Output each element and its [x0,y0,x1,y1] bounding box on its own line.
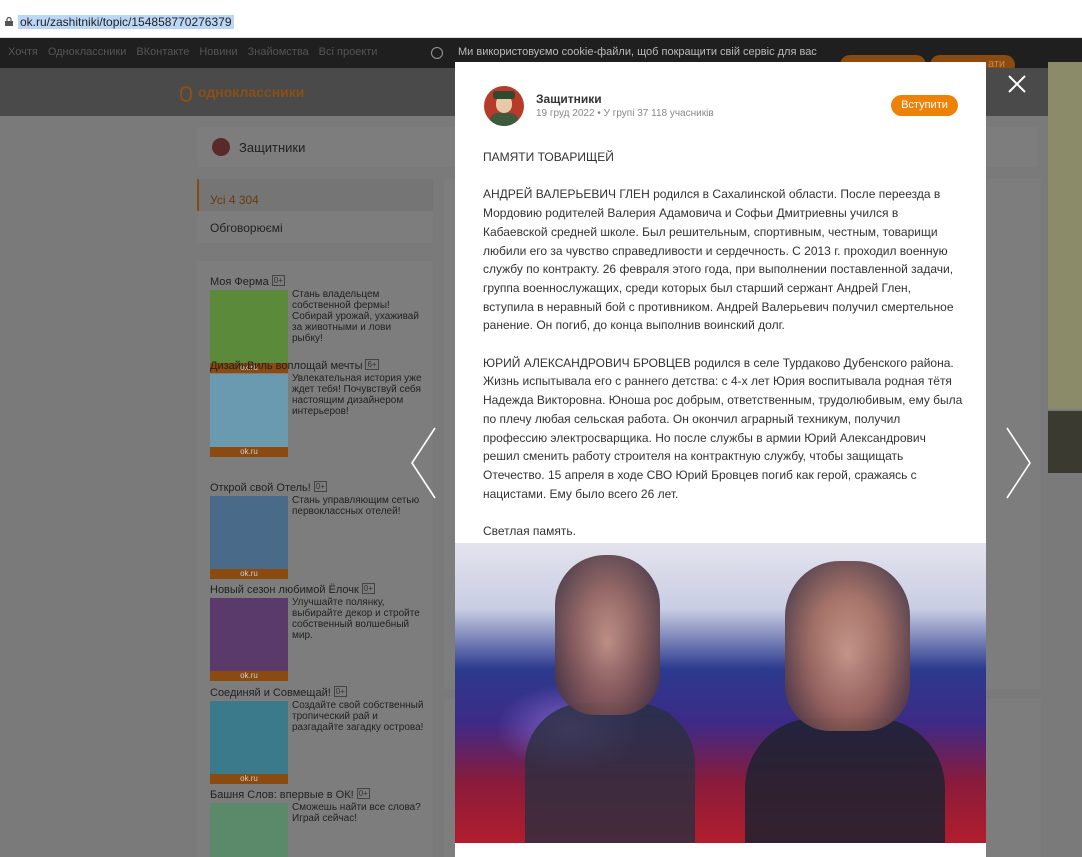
filter-discussed[interactable]: Обговорюємі [210,221,283,235]
filter-all[interactable]: Усі 4 304 [210,193,259,207]
game-source-badge: ok.ru [210,774,288,784]
game-title[interactable]: Башня Слов: впервые в ОК! 0+ [210,788,425,801]
topnav-link[interactable]: Хочтя [8,46,38,58]
game-description: Стань владельцем собственной фермы! Соби… [292,289,419,344]
ok-logo[interactable]: одноклассники [198,84,304,100]
modal-footer [455,843,986,857]
game-title[interactable]: ДизайнВиль воплощай мечты 6+ [210,359,425,372]
topnav-link[interactable]: Новини [199,46,237,58]
game-card[interactable]: Соединяй и Совмещай! 0+ ok.ru Создайте свой… [210,686,425,784]
game-source-badge: ok.ru [210,447,288,457]
right-banner [1048,62,1082,409]
topnav-link[interactable]: Знайомства [248,46,309,58]
games-sidebar: Моя Ферма 0+ ok.ru Стань владельцем собстве… [197,261,433,857]
game-thumbnail[interactable] [210,803,288,857]
cookie-notice: Ми використовуємо cookie-файли, щоб покр… [458,46,817,58]
game-description: Улучшайте полянку, выбирайте декор и стр… [292,597,420,641]
game-card[interactable]: ДизайнВиль воплощай мечты 6+ ok.ru Увлекате… [210,359,425,457]
topnav-link[interactable]: Всі проекти [319,46,378,58]
topic-modal: Защитники 19 груд 2022 • У групі 37 118 … [455,62,986,857]
post-photo[interactable] [455,543,986,843]
game-title[interactable]: Соединяй и Совмещай! 0+ [210,686,425,699]
age-rating-badge: 6+ [365,359,379,370]
next-arrow-icon[interactable] [1004,423,1034,503]
post-text: ПАМЯТИ ТОВАРИЩЕЙ АНДРЕЙ ВАЛЕРЬЕВИЧ ГЛЕН р… [483,148,963,559]
post-paragraph: Светлая память. [483,524,576,539]
age-rating-badge: 0+ [356,788,370,799]
age-rating-badge: 0+ [313,481,327,492]
post-paragraph: ЮРИЙ АЛЕКСАНДРОВИЧ БРОВЦЕВ родился в сел… [483,355,963,501]
topnav-link[interactable]: ВКонтакте [136,46,189,58]
group-avatar[interactable] [212,138,230,156]
group-name[interactable]: Защитники [239,140,305,155]
game-description: Создайте свой собственный тропический ра… [292,700,424,733]
topnav-link[interactable]: Одноклассники [48,46,127,58]
game-description: Увлекательная история уже ждет тебя! Поч… [292,373,422,417]
browser-url-bar: ok.ru/zashitniki/topic/154858770276379 [0,0,1082,38]
game-card[interactable]: Башня Слов: впервые в ОК! 0+ Сможешь найти… [210,788,425,857]
modal-post-meta: 19 груд 2022 • У групі 37 118 учасників [536,108,714,119]
modal-group-name[interactable]: Защитники [536,92,602,106]
game-thumbnail[interactable]: ok.ru [210,701,288,784]
game-description: Сможешь найти все слова? Играй сейчас! [292,802,421,824]
game-title[interactable]: Моя Ферма 0+ [210,275,425,288]
game-description: Стань управляющим сетью первоклассных от… [292,495,420,517]
game-card[interactable]: Новый сезон любимой Ёлочк 0+ ok.ru Улучшайт… [210,583,425,681]
address-field[interactable]: ok.ru/zashitniki/topic/154858770276379 [18,15,234,29]
prev-arrow-icon[interactable] [408,423,438,503]
game-source-badge: ok.ru [210,671,288,681]
game-thumbnail[interactable]: ok.ru [210,374,288,457]
game-thumbnail[interactable]: ok.ru [210,598,288,681]
post-paragraph: ПАМЯТИ ТОВАРИЩЕЙ [483,150,614,164]
game-title[interactable]: Открой свой Отель! 0+ [210,481,425,494]
game-source-badge: ok.ru [210,569,288,579]
lock-icon [5,17,13,26]
modal-group-avatar[interactable] [484,86,524,126]
game-thumbnail[interactable]: ok.ru [210,290,288,373]
post-paragraph: АНДРЕЙ ВАЛЕРЬЕВИЧ ГЛЕН родился в Сахалин… [483,187,954,333]
topic-filter-panel: Усі 4 304 Обговорюємі [197,179,433,243]
ok-logo-icon [180,86,192,102]
join-button[interactable]: Вступити [891,95,958,116]
close-icon[interactable] [1006,73,1028,95]
age-rating-badge: 0+ [361,583,375,594]
game-thumbnail[interactable]: ok.ru [210,496,288,579]
right-banner-lower [1048,411,1082,473]
game-card[interactable]: Открой свой Отель! 0+ ok.ru Стань управляющ… [210,481,425,579]
age-rating-badge: 0+ [271,275,285,286]
cookie-icon [431,47,443,59]
game-title[interactable]: Новый сезон любимой Ёлочк 0+ [210,583,425,596]
game-card[interactable]: Моя Ферма 0+ ok.ru Стань владельцем собстве… [210,275,425,373]
topnav-links: Хочтя Одноклассники ВКонтакте Новини Знайомс… [8,46,387,58]
age-rating-badge: 0+ [333,686,347,697]
